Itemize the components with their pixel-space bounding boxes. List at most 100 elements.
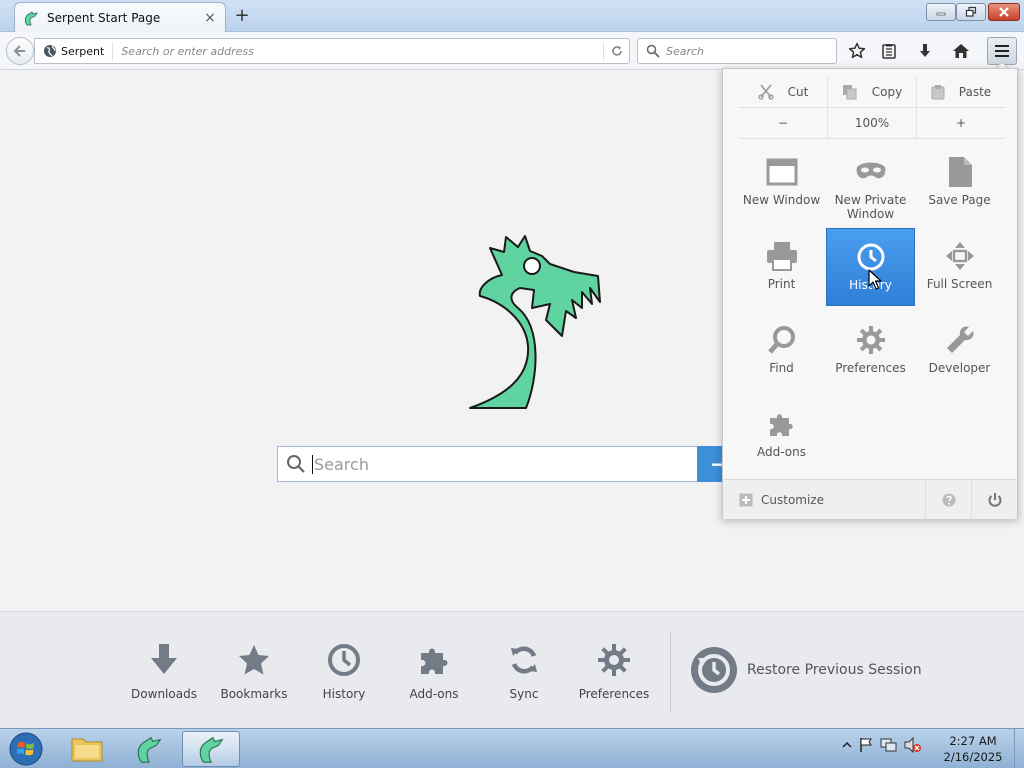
downloads-button[interactable] [914, 40, 936, 62]
back-button[interactable] [6, 37, 34, 65]
windows-start-orb-icon [9, 732, 43, 766]
url-bar[interactable]: Serpent [34, 38, 630, 64]
home-button[interactable] [950, 40, 972, 62]
mouse-cursor [868, 269, 882, 290]
identity-label: Serpent [61, 44, 105, 58]
wrench-icon [944, 324, 976, 356]
tab-serpent-start-page[interactable]: Serpent Start Page × [14, 2, 226, 32]
addons-button[interactable]: Add-ons [737, 396, 826, 474]
tab-close-button[interactable]: × [203, 11, 217, 25]
panel-item-label: New Window [742, 193, 821, 207]
new-window-button[interactable]: New Window [737, 144, 826, 222]
page-icon [944, 156, 976, 188]
start-button[interactable] [6, 731, 46, 767]
address-input[interactable] [113, 44, 603, 58]
action-center-flag-icon[interactable] [858, 737, 874, 753]
gear-icon [855, 324, 887, 356]
home-search-go-button[interactable]: → [697, 446, 723, 482]
taskbar-file-explorer[interactable] [58, 731, 116, 767]
taskbar-serpent-browser-active[interactable] [182, 731, 240, 767]
gear-icon [596, 642, 632, 678]
home-search-box[interactable] [277, 446, 699, 482]
find-button[interactable]: Find [737, 312, 826, 390]
restore-session-label: Restore Previous Session [747, 662, 922, 678]
taskbar-serpent-browser[interactable] [120, 731, 178, 767]
home-icon [953, 44, 969, 58]
panel-item-label: Full Screen [926, 277, 993, 291]
bookmark-star-button[interactable] [846, 40, 868, 62]
show-desktop-button[interactable] [1014, 729, 1024, 768]
magnifier-icon [766, 324, 798, 356]
close-icon [999, 7, 1009, 17]
plus-box-icon [739, 493, 753, 506]
power-icon [988, 492, 1001, 507]
panel-item-label: New Private Window [834, 193, 907, 221]
launcher-bookmarks[interactable]: Bookmarks [209, 642, 299, 701]
restore-session-icon [691, 647, 737, 693]
taskbar: 2:27 AM 2/16/2025 [0, 728, 1024, 768]
maximize-button[interactable] [956, 3, 986, 21]
search-icon [646, 44, 660, 58]
printer-icon [766, 240, 798, 272]
launcher-sync[interactable]: Sync [479, 642, 569, 701]
site-identity-button[interactable]: Serpent [35, 42, 114, 60]
restore-previous-session-button[interactable]: Restore Previous Session [690, 646, 922, 694]
search-icon [287, 455, 305, 473]
launcher-label: Sync [509, 687, 539, 701]
paste-button[interactable]: Paste [916, 77, 1005, 107]
quit-button[interactable] [971, 480, 1017, 519]
reload-button[interactable] [603, 42, 629, 60]
zoom-in-button[interactable]: + [916, 108, 1005, 138]
panel-item-label: Save Page [928, 193, 991, 207]
restore-icon [965, 6, 977, 17]
launcher-downloads[interactable]: Downloads [119, 642, 209, 701]
zoom-out-button[interactable]: − [739, 108, 827, 138]
launcher-preferences[interactable]: Preferences [569, 642, 659, 701]
new-tab-button[interactable]: + [233, 7, 251, 25]
developer-button[interactable]: Developer [915, 312, 1004, 390]
search-input[interactable] [666, 44, 836, 58]
globe-icon [44, 45, 56, 57]
launcher-label: Preferences [578, 687, 650, 701]
serpent-icon [137, 736, 162, 763]
home-search-input[interactable] [312, 454, 698, 474]
preferences-button[interactable]: Preferences [826, 312, 915, 390]
history-button[interactable]: History [826, 228, 915, 306]
bookmarks-menu-button[interactable] [878, 40, 900, 62]
mask-icon [855, 156, 887, 188]
edit-controls: Cut Copy Paste [739, 77, 1005, 107]
launcher-label: Bookmarks [220, 687, 288, 701]
customize-button[interactable]: Customize [739, 480, 925, 519]
minimize-button[interactable] [926, 3, 956, 21]
help-button[interactable] [925, 480, 971, 519]
network-icon[interactable] [880, 737, 898, 753]
launcher-label: History [322, 687, 366, 701]
window-icon [766, 156, 798, 188]
close-window-button[interactable] [988, 3, 1020, 21]
print-button[interactable]: Print [737, 228, 826, 306]
save-page-button[interactable]: Save Page [915, 144, 1004, 222]
panel-item-label: Developer [928, 361, 991, 375]
volume-muted-icon[interactable] [904, 737, 922, 753]
back-arrow-icon [13, 45, 25, 57]
copy-icon [842, 85, 857, 100]
search-bar[interactable] [637, 38, 837, 64]
panel-footer: Customize [723, 479, 1017, 519]
full-screen-button[interactable]: Full Screen [915, 228, 1004, 306]
copy-label: Copy [871, 85, 903, 99]
sync-icon [506, 642, 542, 678]
launcher-history[interactable]: History [299, 642, 389, 701]
zoom-reset-button[interactable]: 100% [827, 108, 916, 138]
show-hidden-icons-chevron-icon[interactable] [842, 740, 852, 750]
clipboard-icon [931, 85, 945, 100]
taskbar-clock[interactable]: 2:27 AM 2/16/2025 [936, 733, 1010, 765]
launcher-label: Downloads [131, 687, 197, 701]
clock-icon [326, 642, 362, 678]
download-icon [146, 642, 182, 678]
launcher-addons[interactable]: Add-ons [389, 642, 479, 701]
new-private-window-button[interactable]: New Private Window [826, 144, 915, 222]
cut-button[interactable]: Cut [739, 77, 827, 107]
scissors-icon [757, 84, 774, 100]
panel-separator [739, 138, 1005, 139]
copy-button[interactable]: Copy [827, 77, 916, 107]
